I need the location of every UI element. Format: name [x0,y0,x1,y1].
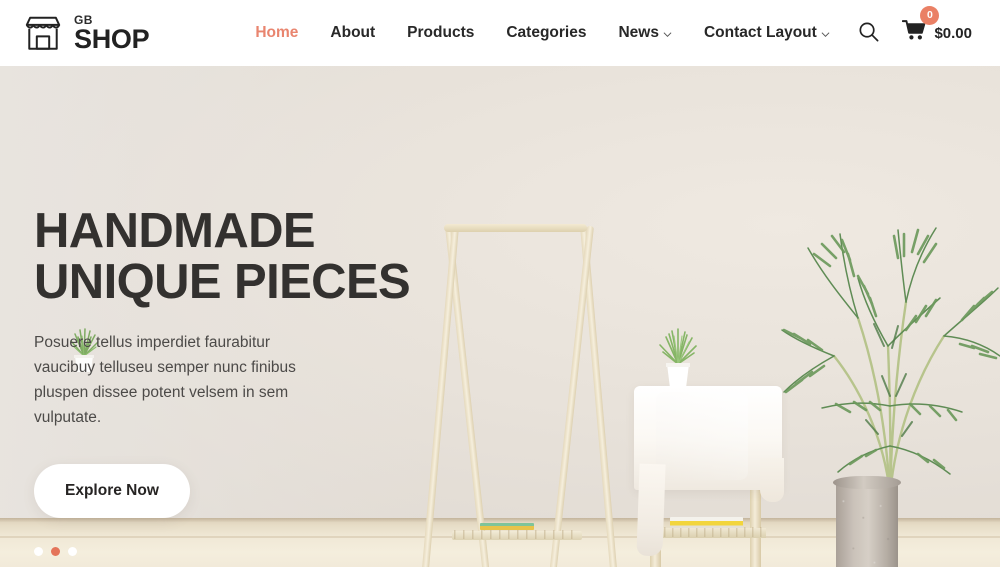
cart-count-badge: 0 [920,6,940,25]
clothing-rack [419,224,620,567]
nav-item-home[interactable]: Home [239,18,314,48]
nav-label-about: About [330,24,376,41]
header-actions: 0 $0.00 [857,6,984,47]
nav-label-news: News [618,24,659,41]
cart-total-label: $0.00 [934,24,972,42]
brand-main-label: SHOP [74,23,150,54]
nav-label-home: Home [255,24,299,41]
brand-logo[interactable]: GB SHOP [22,13,150,54]
chevron-down-icon [663,30,672,39]
nav-item-contact-layout[interactable]: Contact Layout [688,18,846,48]
nav-label-categories: Categories [506,24,587,41]
hero-description: Posuere tellus imperdiet faurabitur vauc… [34,333,296,427]
cart-button[interactable]: 0 $0.00 [902,6,972,47]
chevron-down-icon [821,30,830,39]
nav-item-categories[interactable]: Categories [490,18,602,48]
table-cloth-drape-left [636,463,666,557]
nav-label-contact-layout: Contact Layout [703,24,817,41]
main-navigation: Home About Products Categories News Cont… [239,18,857,48]
yellow-books [670,517,743,528]
rack-top-bar [444,224,587,232]
rack-books [480,523,534,530]
search-button[interactable] [857,20,880,46]
stone-pot-rim [833,476,901,489]
search-icon [857,20,880,46]
carousel-dot-2[interactable] [51,547,60,556]
hero-content: HANDMADE UNIQUE PIECES Posuere tellus im… [34,206,454,519]
side-table [634,386,784,567]
hero-banner: HANDMADE UNIQUE PIECES Posuere tellus im… [0,66,1000,567]
carousel-dot-1[interactable] [34,547,43,556]
hero-title: HANDMADE UNIQUE PIECES [34,206,454,308]
cart-icon-box: 0 [902,6,940,47]
stone-pot-texture [836,480,898,567]
brand-text: GB SHOP [74,14,150,54]
nav-label-products: Products [407,24,475,41]
nav-item-products[interactable]: Products [391,18,490,48]
carousel-pagination [34,547,77,556]
hero-title-line-1: HANDMADE [34,204,316,258]
table-potted-plant [652,324,704,390]
explore-now-button[interactable]: Explore Now [34,464,190,519]
nav-item-news[interactable]: News [602,18,688,48]
site-header: GB SHOP Home About Products Categories N… [0,0,1000,66]
carousel-dot-3[interactable] [68,547,77,556]
hero-title-line-2: UNIQUE PIECES [34,254,411,309]
nav-item-about[interactable]: About [314,18,391,48]
rack-leg [546,225,594,567]
page-root: GB SHOP Home About Products Categories N… [0,0,1000,567]
storefront-icon [22,13,64,53]
rack-shelf-slats [454,530,580,539]
table-shelf-slats [648,527,764,537]
table-cloth-fold [656,392,748,480]
